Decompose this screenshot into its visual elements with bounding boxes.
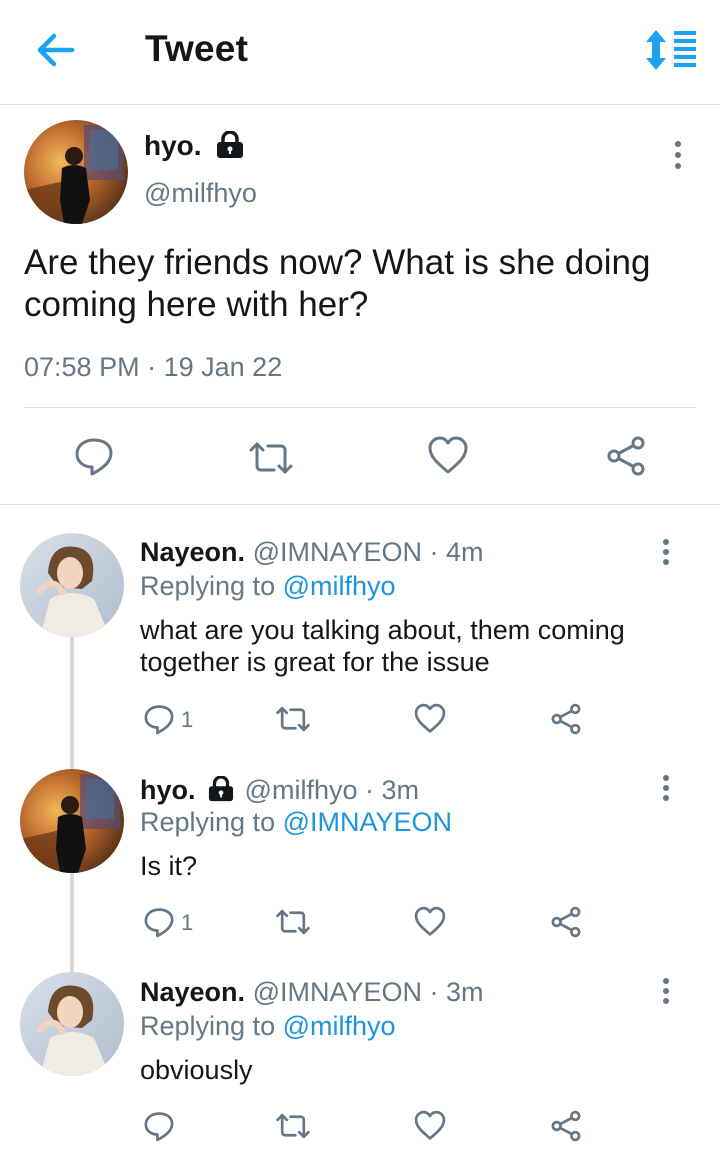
separator-dot: · bbox=[429, 537, 439, 567]
like-button[interactable] bbox=[413, 702, 447, 741]
share-icon bbox=[607, 436, 645, 476]
replying-to-link[interactable]: @milfhyo bbox=[283, 571, 396, 601]
reply-author-handle[interactable]: @IMNAYEON bbox=[253, 977, 422, 1007]
divider bbox=[24, 407, 696, 408]
reply-text: obviously bbox=[140, 1055, 253, 1085]
retweet-icon bbox=[276, 909, 310, 935]
more-vertical-icon bbox=[663, 775, 669, 801]
share-button[interactable] bbox=[604, 434, 648, 483]
retweet-button[interactable] bbox=[274, 905, 312, 944]
reply-text: Is it? bbox=[140, 851, 198, 881]
share-button[interactable] bbox=[549, 905, 583, 944]
reply-author-handle[interactable]: @milfhyo bbox=[245, 775, 358, 805]
thread-line bbox=[70, 872, 74, 972]
replying-to-link[interactable]: @IMNAYEON bbox=[283, 807, 452, 837]
reply-header: Nayeon. @IMNAYEON · 3m bbox=[140, 977, 484, 1008]
reply-header: Nayeon. @IMNAYEON · 4m bbox=[140, 537, 484, 568]
reply-button[interactable] bbox=[142, 905, 176, 944]
separator-dot: · bbox=[147, 352, 157, 382]
reply-icon bbox=[75, 438, 113, 476]
tweet-timestamp: 07:58 PM · 19 Jan 22 bbox=[24, 352, 282, 383]
arrow-left-icon bbox=[37, 33, 75, 67]
reply-count: 1 bbox=[181, 910, 194, 935]
lock-icon bbox=[217, 130, 244, 158]
more-options-button[interactable] bbox=[654, 973, 678, 1013]
replying-to: Replying to @IMNAYEON bbox=[140, 807, 452, 838]
author-name: hyo. bbox=[144, 130, 202, 161]
separator-dot: · bbox=[429, 977, 439, 1007]
retweet-button[interactable] bbox=[247, 436, 295, 485]
reply-button[interactable] bbox=[142, 1109, 176, 1148]
sort-button[interactable] bbox=[644, 28, 700, 72]
more-options-button[interactable] bbox=[654, 534, 678, 574]
retweet-button[interactable] bbox=[274, 1109, 312, 1148]
reply-text: what are you talking about, them coming … bbox=[140, 615, 625, 677]
page-title: Tweet bbox=[145, 28, 249, 69]
reply-author-handle[interactable]: @IMNAYEON bbox=[253, 537, 422, 567]
like-button[interactable] bbox=[413, 1109, 447, 1148]
author-name-row[interactable]: hyo. bbox=[144, 130, 245, 162]
tweet-text: Are they friends now? What is she doing … bbox=[24, 243, 651, 324]
avatar[interactable] bbox=[20, 972, 124, 1076]
replying-to: Replying to @milfhyo bbox=[140, 571, 396, 602]
replying-to-label: Replying to bbox=[140, 571, 276, 601]
heart-icon bbox=[414, 1110, 446, 1140]
retweet-button[interactable] bbox=[274, 702, 312, 741]
tweet-date: 19 Jan 22 bbox=[163, 352, 283, 382]
reply-author-name[interactable]: hyo. bbox=[140, 775, 196, 805]
avatar[interactable] bbox=[20, 769, 124, 873]
back-button[interactable] bbox=[34, 30, 78, 70]
avatar[interactable] bbox=[24, 120, 128, 224]
retweet-icon bbox=[276, 1113, 310, 1139]
reply-icon bbox=[144, 908, 174, 938]
more-vertical-icon bbox=[663, 978, 669, 1004]
avatar[interactable] bbox=[20, 533, 124, 637]
separator-dot: · bbox=[365, 775, 374, 805]
more-options-button[interactable] bbox=[654, 770, 678, 810]
reply-time: 3m bbox=[446, 977, 484, 1007]
retweet-icon bbox=[276, 706, 310, 732]
reply-count: 1 bbox=[181, 707, 194, 732]
replying-to-label: Replying to bbox=[140, 807, 276, 837]
heart-icon bbox=[414, 906, 446, 936]
reply-icon bbox=[144, 1112, 174, 1142]
reply-button[interactable] bbox=[72, 434, 116, 483]
divider bbox=[0, 504, 720, 505]
sort-icon bbox=[646, 30, 696, 70]
share-icon bbox=[551, 906, 581, 938]
reply-header: hyo. @milfhyo · 3m bbox=[140, 775, 419, 806]
more-vertical-icon bbox=[675, 141, 681, 169]
replying-to-label: Replying to bbox=[140, 1011, 276, 1041]
reply-time: 3m bbox=[381, 775, 420, 805]
heart-icon bbox=[414, 703, 446, 733]
share-button[interactable] bbox=[549, 1109, 583, 1148]
like-button[interactable] bbox=[426, 434, 470, 483]
replying-to-link[interactable]: @milfhyo bbox=[283, 1011, 396, 1041]
lock-icon bbox=[208, 775, 234, 801]
share-icon bbox=[551, 703, 581, 735]
top-bar: Tweet bbox=[0, 0, 720, 105]
share-icon bbox=[551, 1110, 581, 1142]
replying-to: Replying to @milfhyo bbox=[140, 1011, 396, 1042]
reply-author-name[interactable]: Nayeon. bbox=[140, 537, 245, 567]
reply-time: 4m bbox=[446, 537, 484, 567]
share-button[interactable] bbox=[549, 702, 583, 741]
heart-icon bbox=[428, 436, 468, 474]
thread-line bbox=[70, 636, 74, 770]
reply-icon bbox=[144, 705, 174, 735]
more-options-button[interactable] bbox=[666, 136, 690, 176]
retweet-icon bbox=[249, 442, 293, 474]
author-handle[interactable]: @milfhyo bbox=[144, 178, 257, 209]
like-button[interactable] bbox=[413, 905, 447, 944]
tweet-time: 07:58 PM bbox=[24, 352, 140, 382]
reply-button[interactable] bbox=[142, 702, 176, 741]
more-vertical-icon bbox=[663, 539, 669, 565]
reply-author-name[interactable]: Nayeon. bbox=[140, 977, 245, 1007]
